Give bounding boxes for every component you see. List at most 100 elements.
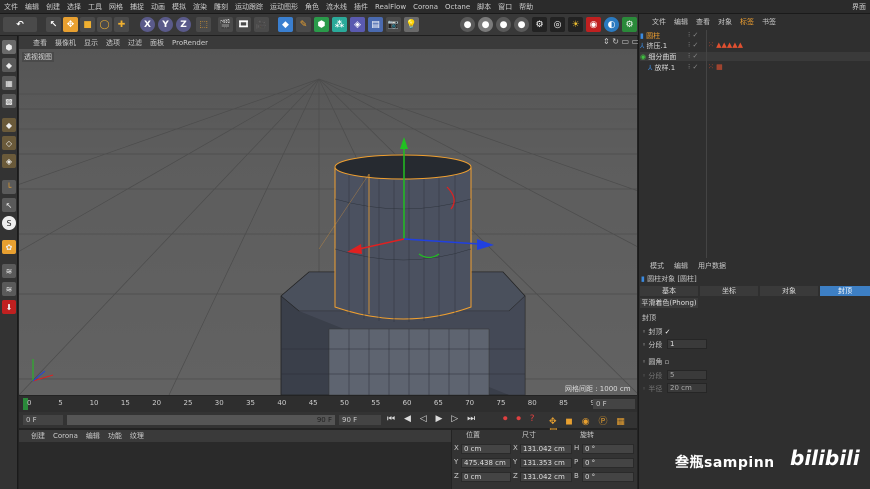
attr-menu-mode[interactable]: 模式 — [650, 261, 664, 271]
menu-motion-tracking[interactable]: 运动跟踪 — [235, 2, 263, 12]
position-x-field[interactable]: 0 cm — [461, 444, 511, 454]
menu-help[interactable]: 帮助 — [519, 2, 533, 12]
floor-button[interactable]: ▤ — [368, 17, 383, 32]
viewport-menu-panel[interactable]: 面板 — [150, 38, 164, 48]
layer-button-2[interactable]: ≋ — [2, 282, 16, 296]
obj-menu-bookmarks[interactable]: 书签 — [762, 17, 776, 27]
workplane-button[interactable]: ▩ — [2, 94, 16, 108]
obj-menu-object[interactable]: 对象 — [718, 17, 732, 27]
rotation-h-field[interactable]: 0 ° — [582, 444, 634, 454]
size-z-field[interactable]: 131.042 cm — [520, 472, 572, 482]
render-settings-button[interactable]: 🎥 — [254, 17, 269, 32]
perspective-viewport[interactable] — [19, 49, 637, 395]
light-button[interactable]: 💡 — [404, 17, 419, 32]
viewport-menu-camera[interactable]: 摄像机 — [55, 38, 76, 48]
rotation-p-field[interactable]: 0 ° — [582, 458, 634, 468]
tags-icon[interactable]: ⁙ ▲▲▲▲▲ — [708, 41, 743, 49]
subdivision-button[interactable]: ⬢ — [314, 17, 329, 32]
axis-z-button[interactable]: Z — [176, 17, 191, 32]
visibility-dots[interactable]: ⁝ ✓ — [688, 41, 698, 49]
tab-basic[interactable]: 基本 — [640, 286, 698, 296]
material-menu-create[interactable]: 创建 — [31, 431, 45, 441]
material-menu-corona[interactable]: Corona — [53, 432, 78, 440]
viewport-menu-prorender[interactable]: ProRender — [172, 39, 208, 47]
menu-pipeline[interactable]: 流水线 — [326, 2, 347, 12]
preview-range-slider[interactable]: 90 F — [67, 415, 335, 425]
render-picture-viewer-button[interactable]: 🎞 — [236, 17, 251, 32]
object-row-subdivision[interactable]: ◉ 细分曲面 ⁝ ✓ — [640, 52, 870, 61]
visibility-dots[interactable]: ⁝ ✓ — [688, 52, 698, 60]
menu-layout[interactable]: 界面 — [852, 2, 866, 12]
menu-tools[interactable]: 工具 — [88, 2, 102, 12]
start-frame-field[interactable]: 0 F — [23, 415, 63, 425]
menu-realflow[interactable]: RealFlow — [375, 3, 406, 11]
timeline-ruler[interactable]: 051015202530354045505560657075808590 0 F — [19, 396, 637, 412]
target-button[interactable]: ◎ — [550, 17, 565, 32]
size-x-field[interactable]: 131.042 cm — [520, 444, 572, 454]
plugin-button[interactable]: ⚙ — [622, 17, 637, 32]
tags-icon[interactable]: ⁙ ▦ — [708, 63, 723, 71]
fillet-checkbox[interactable]: ▫ — [665, 358, 670, 366]
axis-y-button[interactable]: Y — [158, 17, 173, 32]
end-frame-field[interactable]: 90 F — [339, 415, 381, 425]
menu-file[interactable]: 文件 — [4, 2, 18, 12]
select-tool-button[interactable]: ↖ — [46, 17, 61, 32]
menu-sculpt[interactable]: 雕刻 — [214, 2, 228, 12]
tab-caps[interactable]: 封顶 — [820, 286, 870, 296]
rotation-b-field[interactable]: 0 ° — [582, 472, 634, 482]
material-menu-edit[interactable]: 编辑 — [86, 431, 100, 441]
mograph-button[interactable]: ⁂ — [332, 17, 347, 32]
snap-button[interactable]: S — [2, 216, 16, 230]
object-row-extrude[interactable]: ⅄ 挤压.1 ⁝ ✓ ⁙ ▲▲▲▲▲ — [640, 41, 870, 50]
edge-mode-button[interactable]: ◇ — [2, 136, 16, 150]
radius-field[interactable]: 20 cm — [667, 383, 707, 393]
model-mode-button[interactable]: ◆ — [2, 58, 16, 72]
object-row-loft[interactable]: ⅄ 放样.1 ⁝ ✓ ⁙ ▦ — [640, 63, 870, 72]
tab-coord[interactable]: 坐标 — [700, 286, 758, 296]
move-tool-button[interactable]: ✥ — [63, 17, 78, 32]
material-menu-function[interactable]: 功能 — [108, 431, 122, 441]
axis-mode-button[interactable]: └ — [2, 180, 16, 194]
half-sphere-button[interactable]: ◐ — [604, 17, 619, 32]
menu-create[interactable]: 创建 — [46, 2, 60, 12]
menu-corona[interactable]: Corona — [413, 3, 438, 11]
menu-plugins[interactable]: 插件 — [354, 2, 368, 12]
down-arrow-button[interactable]: ⬇ — [2, 300, 16, 314]
octane-button-2[interactable]: ● — [478, 17, 493, 32]
menu-render[interactable]: 渲染 — [193, 2, 207, 12]
axis-x-button[interactable]: X — [140, 17, 155, 32]
menu-window[interactable]: 窗口 — [498, 2, 512, 12]
scale-tool-button[interactable]: ■ — [80, 17, 95, 32]
position-z-field[interactable]: 0 cm — [461, 472, 511, 482]
menu-mograph[interactable]: 运动图形 — [270, 2, 298, 12]
material-area[interactable] — [19, 442, 451, 489]
record-button[interactable]: ◉ — [586, 17, 601, 32]
polygon-mode-button[interactable]: ◈ — [2, 154, 16, 168]
viewport-menu-filter[interactable]: 过滤 — [128, 38, 142, 48]
menu-script[interactable]: 脚本 — [477, 2, 491, 12]
menu-simulate[interactable]: 模拟 — [172, 2, 186, 12]
visibility-dots[interactable]: ⁝ ✓ — [688, 63, 698, 71]
octane-button-4[interactable]: ● — [514, 17, 529, 32]
sun-button[interactable]: ☀ — [568, 17, 583, 32]
menu-octane[interactable]: Octane — [445, 3, 470, 11]
menu-character[interactable]: 角色 — [305, 2, 319, 12]
obj-menu-file[interactable]: 文件 — [652, 17, 666, 27]
material-menu-texture[interactable]: 纹理 — [130, 431, 144, 441]
obj-menu-edit[interactable]: 编辑 — [674, 17, 688, 27]
tweak-mode-button[interactable]: ↖ — [2, 198, 16, 212]
octane-button-1[interactable]: ● — [460, 17, 475, 32]
fillet-segments-field[interactable]: 5 — [667, 370, 707, 380]
viewport-menu-options[interactable]: 选项 — [106, 38, 120, 48]
sculpt-button[interactable]: ✿ — [2, 240, 16, 254]
octane-button-3[interactable]: ● — [496, 17, 511, 32]
obj-menu-view[interactable]: 查看 — [696, 17, 710, 27]
menu-snap[interactable]: 捕捉 — [130, 2, 144, 12]
attr-menu-userdata[interactable]: 用户数据 — [698, 261, 726, 271]
menu-select[interactable]: 选择 — [67, 2, 81, 12]
cube-button[interactable]: ◆ — [278, 17, 293, 32]
make-editable-button[interactable]: ⬢ — [2, 40, 16, 54]
position-y-field[interactable]: 475.438 cm — [461, 458, 511, 468]
menu-animate[interactable]: 动画 — [151, 2, 165, 12]
tab-phong[interactable]: 平滑着色(Phong) — [640, 298, 698, 308]
